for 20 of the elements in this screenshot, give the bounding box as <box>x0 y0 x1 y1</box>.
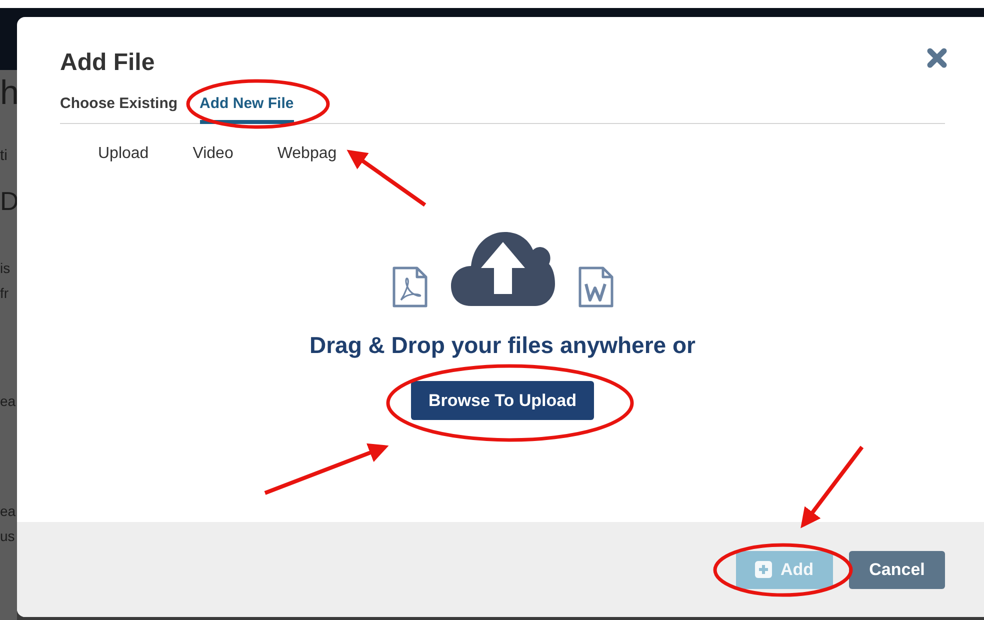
word-file-icon <box>576 266 614 308</box>
plus-square-icon <box>755 561 772 578</box>
browse-button[interactable]: Browse To Upload <box>410 381 594 420</box>
cancel-button[interactable]: Cancel <box>849 550 945 588</box>
sub-tab[interactable]: Video <box>192 144 234 164</box>
background-text: ea <box>0 394 16 408</box>
background-text: ti <box>0 148 8 163</box>
tab[interactable]: Choose Existing <box>60 87 178 124</box>
pdf-file-icon <box>390 266 428 308</box>
dialog-title: Add File <box>60 48 155 78</box>
close-icon[interactable] <box>926 47 948 69</box>
background-text: h <box>0 76 17 110</box>
sub-tab[interactable]: Upload <box>98 144 149 164</box>
background-text: us <box>0 529 15 543</box>
background-text: fr <box>0 286 9 300</box>
tab[interactable]: Add New File <box>200 87 294 124</box>
sub-tab[interactable]: Webpag <box>277 144 337 164</box>
drop-message: Drag & Drop your files anywhere or <box>310 331 696 360</box>
background-text: is <box>0 261 10 275</box>
background-text: ea <box>0 504 16 518</box>
